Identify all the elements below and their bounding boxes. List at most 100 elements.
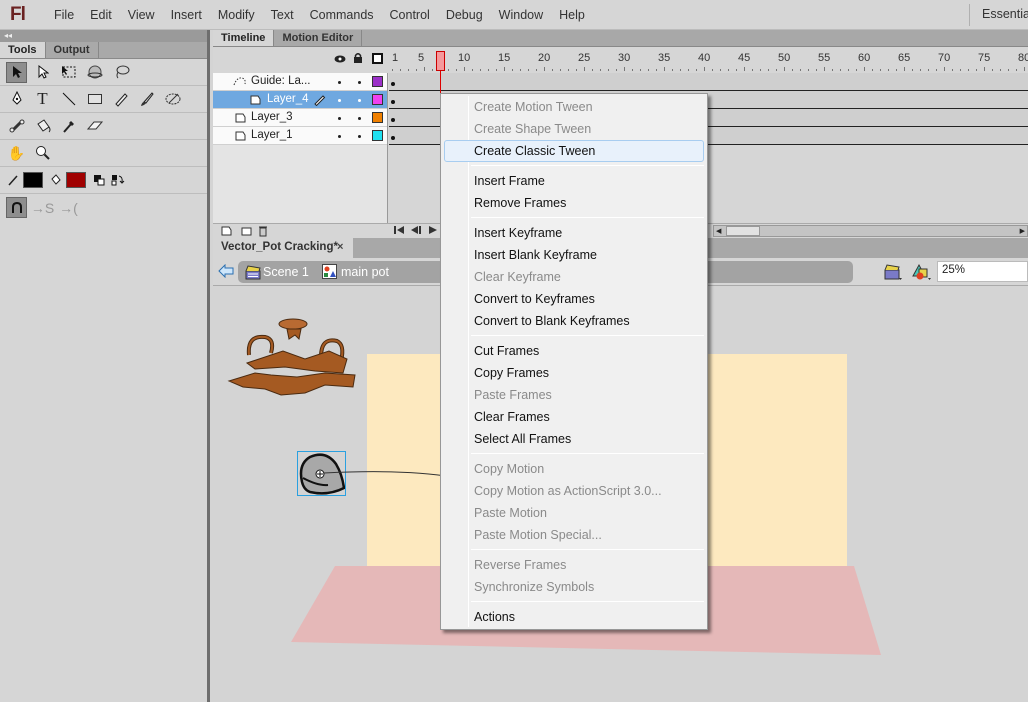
new-folder-icon[interactable]	[241, 225, 252, 239]
menu-debug[interactable]: Debug	[438, 8, 491, 22]
ruler-tick	[904, 67, 905, 71]
menu-item-copy-frames[interactable]: Copy Frames	[444, 362, 704, 384]
edit-symbols-icon[interactable]	[911, 262, 933, 285]
breadcrumb-symbol[interactable]: main pot	[341, 265, 389, 279]
stroke-color-swatch[interactable]	[23, 172, 43, 188]
keyframe-marker[interactable]	[391, 118, 395, 122]
menu-item-remove-frames[interactable]: Remove Frames	[444, 192, 704, 214]
timeline-horizontal-scrollbar[interactable]: ◀ ▶	[713, 225, 1028, 237]
layer-outline-color[interactable]	[372, 76, 383, 87]
deco-tool-icon[interactable]	[162, 89, 183, 110]
subselection-tool-icon[interactable]	[32, 62, 53, 83]
layer-outline-color[interactable]	[372, 112, 383, 123]
step-back-icon[interactable]	[410, 225, 422, 238]
menu-window[interactable]: Window	[491, 8, 551, 22]
menu-modify[interactable]: Modify	[210, 8, 263, 22]
visibility-dot[interactable]	[338, 99, 341, 102]
close-icon[interactable]: ×	[337, 241, 343, 253]
swap-colors-icon[interactable]	[111, 170, 125, 191]
menu-edit[interactable]: Edit	[82, 8, 120, 22]
menu-view[interactable]: View	[120, 8, 163, 22]
line-tool-icon[interactable]	[58, 89, 79, 110]
menu-file[interactable]: File	[46, 8, 82, 22]
layer-outline-color[interactable]	[372, 130, 383, 141]
show-hide-all-icon[interactable]	[334, 53, 346, 67]
keyframe-marker[interactable]	[391, 82, 395, 86]
menu-item-insert-frame[interactable]: Insert Frame	[444, 170, 704, 192]
layer-row-guide[interactable]: Guide: La...	[213, 73, 387, 91]
visibility-dot[interactable]	[338, 117, 341, 120]
workspace-switcher[interactable]: Essentials	[982, 7, 1028, 21]
document-tab[interactable]: Vector_Pot Cracking* ×	[213, 238, 353, 258]
fill-color-swatch[interactable]	[66, 172, 86, 188]
text-tool-icon[interactable]: T	[32, 89, 53, 110]
pen-tool-icon[interactable]	[6, 89, 27, 110]
eyedropper-tool-icon[interactable]	[58, 116, 79, 137]
3d-rotation-tool-icon[interactable]	[84, 62, 105, 83]
collapse-panel-button[interactable]: ◂◂	[0, 30, 207, 42]
menu-help[interactable]: Help	[551, 8, 593, 22]
outline-all-icon[interactable]	[372, 53, 383, 64]
layer-row-layer-4[interactable]: Layer_4	[213, 91, 387, 109]
menu-item-actions[interactable]: Actions	[444, 606, 704, 628]
brush-tool-icon[interactable]	[136, 89, 157, 110]
tab-tools[interactable]: Tools	[0, 42, 46, 58]
menu-control[interactable]: Control	[382, 8, 438, 22]
selected-rock-symbol[interactable]	[297, 451, 346, 496]
back-arrow-icon[interactable]	[218, 263, 234, 281]
frame-row[interactable]	[389, 73, 1028, 91]
broken-pot-graphic[interactable]	[225, 315, 365, 405]
menu-item-select-all-frames[interactable]: Select All Frames	[444, 428, 704, 450]
lock-dot[interactable]	[358, 81, 361, 84]
smooth-icon[interactable]: →S	[31, 197, 54, 218]
frame-ruler[interactable]: 1 5 10 15 20 25 30 35 40 45 50 55 60 65 70 75 80	[389, 47, 1028, 73]
tab-output[interactable]: Output	[46, 42, 99, 58]
eraser-tool-icon[interactable]	[84, 116, 105, 137]
snap-to-objects-icon[interactable]	[6, 197, 27, 218]
lock-dot[interactable]	[358, 117, 361, 120]
pencil-tool-icon[interactable]	[110, 89, 131, 110]
tab-motion-editor[interactable]: Motion Editor	[274, 30, 363, 46]
menu-item-create-classic-tween[interactable]: Create Classic Tween	[444, 140, 704, 162]
edit-scene-icon[interactable]	[883, 263, 903, 284]
keyframe-marker[interactable]	[391, 100, 395, 104]
lock-dot[interactable]	[358, 99, 361, 102]
menu-item-insert-blank-keyframe[interactable]: Insert Blank Keyframe	[444, 244, 704, 266]
tab-timeline[interactable]: Timeline	[213, 30, 275, 46]
bone-tool-icon[interactable]	[6, 116, 27, 137]
lock-dot[interactable]	[358, 135, 361, 138]
scroll-right-icon[interactable]: ▶	[1020, 227, 1025, 235]
layer-row-layer-3[interactable]: Layer_3	[213, 109, 387, 127]
zoom-tool-icon[interactable]	[32, 143, 53, 164]
visibility-dot[interactable]	[338, 135, 341, 138]
menu-item-convert-to-keyframes[interactable]: Convert to Keyframes	[444, 288, 704, 310]
new-layer-icon[interactable]	[221, 225, 232, 239]
scroll-left-icon[interactable]: ◀	[716, 227, 721, 235]
first-frame-icon[interactable]	[393, 225, 405, 238]
play-icon[interactable]	[428, 225, 438, 238]
black-white-icon[interactable]	[92, 170, 106, 191]
menu-text[interactable]: Text	[263, 8, 302, 22]
hand-tool-icon[interactable]: ✋	[6, 143, 27, 164]
visibility-dot[interactable]	[338, 81, 341, 84]
layer-row-layer-1[interactable]: Layer_1	[213, 127, 387, 145]
rectangle-tool-icon[interactable]	[84, 89, 105, 110]
layer-outline-color[interactable]	[372, 94, 383, 105]
straighten-icon[interactable]: →(	[58, 197, 79, 218]
lasso-tool-icon[interactable]	[110, 62, 131, 83]
selection-tool-icon[interactable]	[6, 61, 27, 83]
menu-item-clear-frames[interactable]: Clear Frames	[444, 406, 704, 428]
breadcrumb-scene[interactable]: Scene 1	[263, 265, 309, 279]
menu-item-insert-keyframe[interactable]: Insert Keyframe	[444, 222, 704, 244]
zoom-level-field[interactable]: 25%	[937, 261, 1028, 282]
playhead[interactable]	[436, 51, 445, 71]
keyframe-marker[interactable]	[391, 136, 395, 140]
menu-commands[interactable]: Commands	[302, 8, 382, 22]
free-transform-tool-icon[interactable]	[58, 62, 79, 83]
menu-item-cut-frames[interactable]: Cut Frames	[444, 340, 704, 362]
menu-item-convert-to-blank-keyframes[interactable]: Convert to Blank Keyframes	[444, 310, 704, 332]
menu-insert[interactable]: Insert	[163, 8, 210, 22]
lock-all-icon[interactable]	[353, 52, 363, 67]
paint-bucket-tool-icon[interactable]	[32, 116, 53, 137]
scrollbar-thumb[interactable]	[726, 226, 760, 236]
